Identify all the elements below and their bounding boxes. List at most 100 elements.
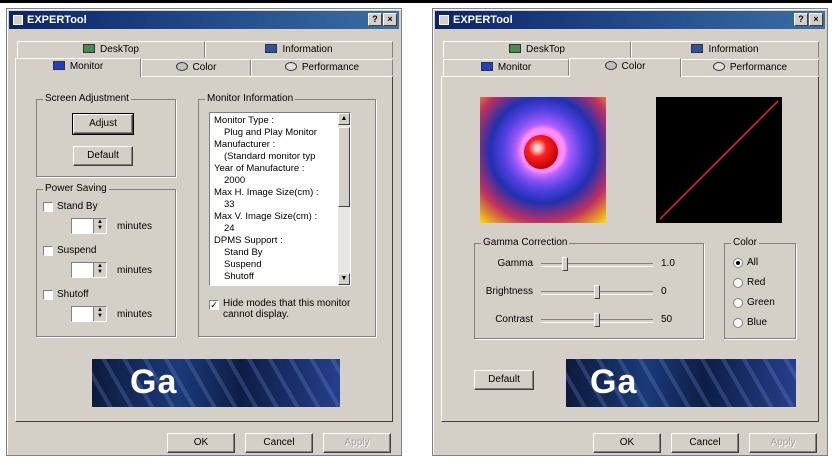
monitor-icon — [480, 62, 493, 71]
info-line: 33 — [224, 199, 235, 210]
standby-unit: minutes — [117, 221, 153, 232]
radio-red[interactable] — [733, 278, 743, 288]
radio-blue[interactable] — [733, 318, 743, 328]
info-line: Shutoff — [224, 271, 254, 282]
preview-orb — [524, 135, 558, 169]
expertool-window-monitor: EXPERTool ? × DeskTop Information Monito… — [6, 8, 402, 456]
information-icon — [691, 44, 704, 53]
close-button[interactable]: × — [383, 13, 397, 26]
desktop-icon — [83, 44, 96, 53]
gamma-correction-group: Gamma Correction Gamma 1.0 Brightness 0 … — [474, 237, 704, 339]
ok-button[interactable]: OK — [593, 433, 661, 453]
power-saving-group: Power Saving Stand By ▲ ▼ minutes Suspend… — [36, 183, 176, 337]
radio-all-label: All — [747, 257, 759, 268]
cancel-button[interactable]: Cancel — [245, 433, 313, 453]
apply-button[interactable]: Apply — [749, 433, 817, 453]
app-icon — [13, 15, 23, 25]
help-button[interactable]: ? — [794, 13, 808, 26]
gain-banner-logo: Ga — [92, 359, 340, 407]
contrast-label: Contrast — [495, 314, 533, 325]
scroll-up-arrow-icon[interactable]: ▲ — [338, 113, 350, 125]
adjust-button[interactable]: Adjust — [72, 113, 134, 135]
tab-performance[interactable]: Performance — [251, 59, 393, 76]
spinner-arrows[interactable]: ▲ ▼ — [93, 219, 106, 233]
tab-color[interactable]: Color — [141, 59, 251, 76]
monitor-information-label: Monitor Information — [205, 93, 296, 104]
info-line: Max V. Image Size(cm) : — [214, 211, 318, 222]
banner-text: Ga — [130, 363, 178, 401]
brightness-slider[interactable] — [541, 285, 653, 299]
monitor-information-group: Monitor Information Monitor Type : Plug … — [198, 93, 376, 337]
power-saving-label: Power Saving — [43, 183, 109, 194]
standby-checkbox[interactable] — [43, 202, 53, 212]
hide-modes-label: Hide modes that this monitor cannot disp… — [223, 298, 351, 320]
hide-modes-checkbox[interactable]: ✓ — [209, 300, 219, 310]
scroll-down-arrow-icon[interactable]: ▼ — [338, 273, 350, 285]
info-line: DPMS Support : — [214, 235, 283, 246]
cancel-button[interactable]: Cancel — [671, 433, 739, 453]
info-line: Suspend — [224, 259, 262, 270]
scroll-thumb[interactable] — [338, 127, 350, 207]
apply-button[interactable]: Apply — [323, 433, 391, 453]
tab-desktop[interactable]: DeskTop — [17, 41, 205, 58]
ok-button[interactable]: OK — [167, 433, 235, 453]
spinner-arrows[interactable]: ▲ ▼ — [93, 263, 106, 277]
info-line: Manufacturer : — [214, 139, 276, 150]
info-line: 24 — [224, 223, 235, 234]
performance-icon — [712, 62, 725, 71]
gamma-curve-svg — [659, 100, 779, 220]
radio-red-label: Red — [747, 277, 766, 288]
gamma-slider[interactable] — [541, 257, 653, 271]
title-bar: EXPERTool ? × — [435, 11, 825, 29]
contrast-value: 50 — [661, 314, 673, 325]
tab-monitor[interactable]: Monitor — [15, 58, 141, 77]
spinner-arrows[interactable]: ▲ ▼ — [93, 307, 106, 321]
radio-green[interactable] — [733, 298, 743, 308]
expertool-window-color: EXPERTool ? × DeskTop Information Monito… — [432, 8, 828, 456]
color-icon — [604, 61, 617, 70]
contrast-slider-thumb[interactable] — [594, 313, 600, 327]
brightness-slider-thumb[interactable] — [594, 285, 600, 299]
radio-all[interactable] — [733, 258, 743, 268]
default-button[interactable]: Default — [474, 370, 534, 390]
color-channel-label: Color — [731, 237, 759, 248]
radio-blue-label: Blue — [747, 317, 768, 328]
gamma-label: Gamma — [497, 258, 533, 269]
app-icon — [439, 15, 449, 25]
contrast-slider[interactable] — [541, 313, 653, 327]
close-button[interactable]: × — [809, 13, 823, 26]
tab-color[interactable]: Color — [569, 58, 681, 77]
screen-adjustment-group: Screen Adjustment Adjust Default — [36, 93, 176, 177]
shutoff-minutes-spinner[interactable]: ▲ ▼ — [71, 306, 107, 322]
tab-performance[interactable]: Performance — [681, 59, 819, 76]
shutoff-label: Shutoff — [57, 289, 89, 300]
tab-monitor[interactable]: Monitor — [443, 59, 569, 76]
info-line: (Standard monitor typ — [224, 151, 316, 162]
info-line: Year of Manufacture : — [214, 163, 305, 174]
banner-text: Ga — [590, 363, 638, 401]
tab-desktop[interactable]: DeskTop — [443, 41, 631, 58]
default-button[interactable]: Default — [73, 146, 133, 166]
suspend-unit: minutes — [117, 265, 153, 276]
standby-label: Stand By — [57, 201, 98, 212]
info-scrollbar[interactable]: ▲ ▼ — [338, 113, 350, 285]
screen-adjustment-label: Screen Adjustment — [43, 93, 131, 104]
top-border-line — [0, 0, 832, 3]
color-preview-image — [480, 97, 606, 223]
shutoff-unit: minutes — [117, 309, 153, 320]
gamma-slider-thumb[interactable] — [562, 257, 568, 271]
help-button[interactable]: ? — [368, 13, 382, 26]
performance-icon — [284, 62, 297, 71]
suspend-checkbox[interactable] — [43, 246, 53, 256]
gamma-curve-line — [659, 100, 779, 220]
info-line: Plug and Play Monitor — [224, 127, 317, 138]
gamma-value: 1.0 — [661, 258, 675, 269]
monitor-information-list[interactable]: Monitor Type : Plug and Play Monitor Man… — [209, 112, 351, 286]
standby-minutes-spinner[interactable]: ▲ ▼ — [71, 218, 107, 234]
tab-information[interactable]: Information — [631, 41, 819, 58]
gamma-curve-display — [656, 97, 782, 223]
tab-information[interactable]: Information — [205, 41, 393, 58]
shutoff-checkbox[interactable] — [43, 290, 53, 300]
radio-green-label: Green — [747, 297, 775, 308]
suspend-minutes-spinner[interactable]: ▲ ▼ — [71, 262, 107, 278]
